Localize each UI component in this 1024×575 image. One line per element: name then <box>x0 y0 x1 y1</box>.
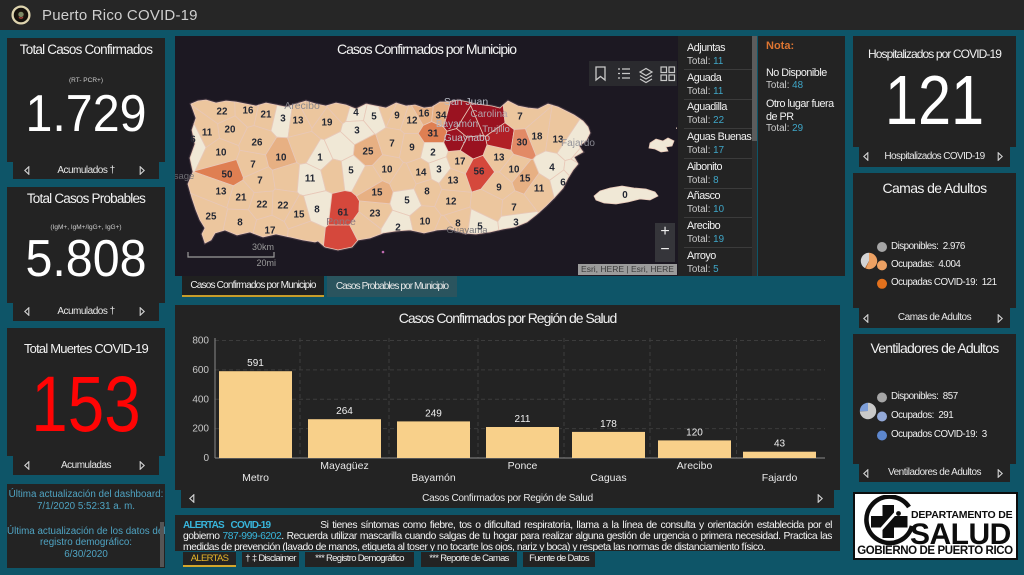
svg-text:Mayagüez: Mayagüez <box>320 460 368 472</box>
svg-text:14: 14 <box>416 167 427 178</box>
svg-text:249: 249 <box>425 408 442 419</box>
svg-text:3: 3 <box>354 125 360 136</box>
svg-text:31: 31 <box>428 128 439 139</box>
svg-text:15: 15 <box>294 209 305 220</box>
svg-text:Fajardo: Fajardo <box>561 138 595 149</box>
svg-text:25: 25 <box>363 146 374 157</box>
svg-text:13: 13 <box>494 152 505 163</box>
svg-text:7: 7 <box>511 202 517 213</box>
svg-text:20mi: 20mi <box>256 258 276 268</box>
svg-text:Caguas: Caguas <box>590 472 626 484</box>
svg-text:16: 16 <box>243 105 254 116</box>
svg-text:Guayama: Guayama <box>446 225 488 236</box>
svg-text:1: 1 <box>317 152 323 163</box>
svg-text:5: 5 <box>404 195 410 206</box>
svg-text:Arecibo: Arecibo <box>284 100 320 112</box>
svg-text:178: 178 <box>600 419 617 430</box>
svg-text:2: 2 <box>430 147 436 158</box>
svg-text:4: 4 <box>353 107 359 118</box>
svg-text:21: 21 <box>261 109 272 120</box>
svg-text:8: 8 <box>237 217 243 228</box>
svg-text:15: 15 <box>520 173 531 184</box>
svg-text:10: 10 <box>420 216 431 227</box>
svg-text:20: 20 <box>225 124 236 135</box>
svg-text:600: 600 <box>192 365 209 376</box>
svg-text:2: 2 <box>395 222 401 233</box>
svg-text:Guaynabo: Guaynabo <box>444 133 491 144</box>
svg-text:3: 3 <box>280 113 286 124</box>
svg-text:10: 10 <box>216 147 227 158</box>
svg-text:400: 400 <box>192 394 209 405</box>
svg-text:264: 264 <box>336 406 353 417</box>
svg-text:22: 22 <box>278 200 289 211</box>
svg-text:Bayamón: Bayamón <box>411 472 456 484</box>
svg-text:10: 10 <box>509 164 520 175</box>
svg-text:591: 591 <box>247 358 264 369</box>
svg-text:10: 10 <box>276 152 287 163</box>
svg-text:5: 5 <box>348 165 354 176</box>
svg-text:21: 21 <box>236 192 247 203</box>
svg-text:13: 13 <box>216 186 227 197</box>
svg-text:17: 17 <box>455 156 466 167</box>
svg-text:15: 15 <box>372 187 383 198</box>
svg-text:30: 30 <box>517 137 528 148</box>
svg-text:120: 120 <box>686 427 703 438</box>
svg-text:13: 13 <box>448 175 459 186</box>
svg-text:8: 8 <box>314 204 320 215</box>
svg-text:16: 16 <box>419 108 430 119</box>
svg-text:25: 25 <box>206 211 217 222</box>
svg-text:7: 7 <box>250 159 256 170</box>
svg-text:11: 11 <box>305 173 316 184</box>
svg-text:Metro: Metro <box>242 472 269 484</box>
svg-text:7: 7 <box>517 111 523 122</box>
svg-text:sage: sage <box>175 171 194 182</box>
svg-text:12: 12 <box>407 115 418 126</box>
svg-text:0: 0 <box>622 190 628 201</box>
svg-text:Bayamón: Bayamón <box>436 119 478 130</box>
svg-text:Fajardo: Fajardo <box>762 472 798 484</box>
svg-text:7: 7 <box>257 175 263 186</box>
svg-text:4: 4 <box>549 162 555 173</box>
svg-text:200: 200 <box>192 424 209 435</box>
svg-text:8: 8 <box>424 186 430 197</box>
svg-text:56: 56 <box>474 166 485 177</box>
svg-text:9: 9 <box>496 182 502 193</box>
svg-text:3: 3 <box>513 217 519 228</box>
svg-text:26: 26 <box>252 137 263 148</box>
svg-text:13: 13 <box>293 115 304 126</box>
svg-text:Ponce: Ponce <box>326 216 356 228</box>
svg-text:17: 17 <box>265 225 276 236</box>
svg-text:3: 3 <box>436 164 442 175</box>
svg-text:43: 43 <box>774 439 786 450</box>
svg-text:22: 22 <box>257 199 268 210</box>
svg-text:0: 0 <box>203 453 209 464</box>
svg-text:6: 6 <box>560 177 566 188</box>
svg-text:11: 11 <box>534 183 545 194</box>
svg-text:211: 211 <box>515 414 531 425</box>
svg-text:San Juan: San Juan <box>444 96 489 108</box>
svg-text:5: 5 <box>371 111 377 122</box>
svg-text:Arecibo: Arecibo <box>677 460 713 472</box>
svg-text:10: 10 <box>382 164 393 175</box>
svg-text:6: 6 <box>190 134 196 145</box>
svg-text:30km: 30km <box>252 242 274 252</box>
svg-text:22: 22 <box>217 106 228 117</box>
svg-text:19: 19 <box>322 117 333 128</box>
svg-text:50: 50 <box>222 169 233 180</box>
svg-text:12: 12 <box>446 196 457 207</box>
svg-text:18: 18 <box>532 131 543 142</box>
svg-text:Ponce: Ponce <box>508 460 538 472</box>
svg-text:23: 23 <box>370 208 381 219</box>
svg-text:7: 7 <box>389 138 395 149</box>
svg-text:9: 9 <box>409 142 415 153</box>
svg-text:11: 11 <box>202 127 213 138</box>
svg-text:9: 9 <box>394 110 400 121</box>
svg-text:800: 800 <box>192 336 209 347</box>
